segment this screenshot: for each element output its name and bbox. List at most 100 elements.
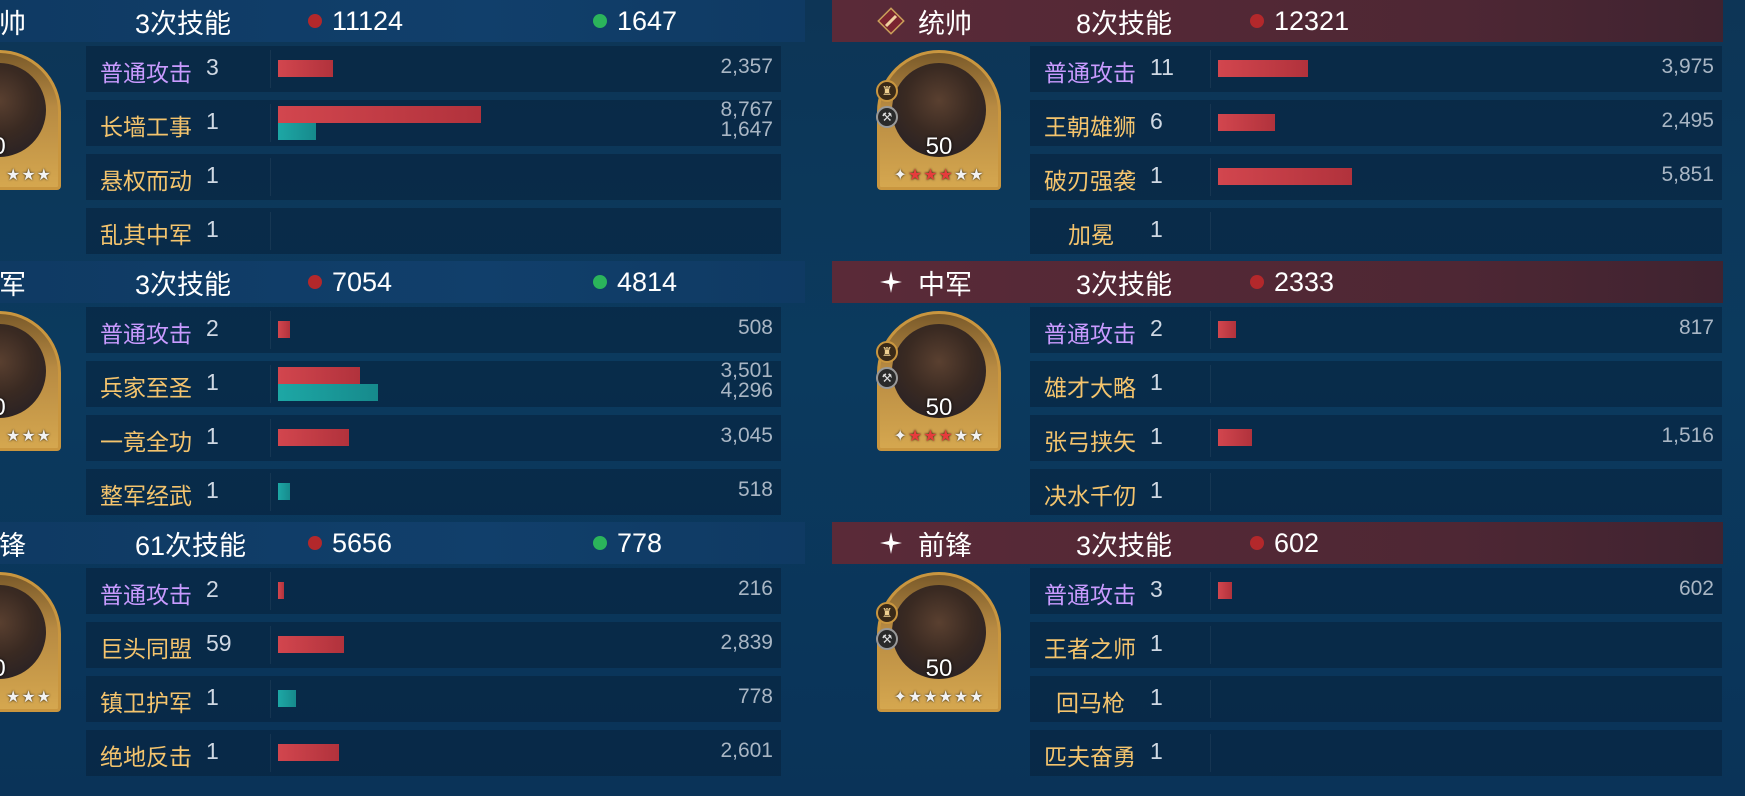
skill-row[interactable]: 加冕 1 xyxy=(1030,208,1722,254)
row-divider xyxy=(1210,572,1211,610)
troop-type-badge-icon: ♜ xyxy=(876,341,898,363)
normal-attack-label: 普通攻击 xyxy=(100,321,192,347)
skill-name: 王者之师 xyxy=(1044,636,1136,662)
damage-stat: 7054 xyxy=(308,267,392,298)
heal-value: 1647 xyxy=(617,5,678,36)
skill-trigger-count: 1 xyxy=(1150,684,1163,710)
skill-name: 张弓挟矢 xyxy=(1044,429,1136,455)
skill-row[interactable]: 破刃强袭 1 5,851 xyxy=(1030,154,1722,200)
damage-value: 602 xyxy=(1274,527,1320,558)
left-hero-section: 锋 61次技能 5656 778 0 ★★★ 普通攻击 2 216 巨头同盟 59 2,839 镇卫护军… xyxy=(0,522,805,783)
damage-dot-icon xyxy=(1250,275,1264,289)
damage-amount: 216 xyxy=(737,577,773,600)
heal-dot-icon xyxy=(593,536,607,550)
star-rating: ★★★ xyxy=(5,167,52,184)
heal-dot-icon xyxy=(593,14,607,28)
skill-name: 王朝雄狮 xyxy=(1044,114,1136,140)
damage-amount: 508 xyxy=(737,316,773,339)
skill-row[interactable]: 张弓挟矢 1 1,516 xyxy=(1030,415,1722,461)
role-label: 前锋 xyxy=(918,530,972,561)
row-divider xyxy=(270,311,271,349)
skill-trigger-count: 1 xyxy=(1150,477,1163,503)
normal-attack-label: 普通攻击 xyxy=(100,60,192,86)
skill-row[interactable]: 回马枪 1 xyxy=(1030,676,1722,722)
row-divider xyxy=(270,50,271,88)
skill-row[interactable]: 决水千仞 1 xyxy=(1030,469,1722,515)
skill-row[interactable]: 普通攻击 2 216 xyxy=(86,568,781,614)
skill-row[interactable]: 整军经武 1 518 xyxy=(86,469,781,515)
hero-portrait[interactable]: 0 ★★★ xyxy=(0,50,61,190)
skill-trigger-count: 1 xyxy=(1150,423,1163,449)
troop-type-badge-icon: ♜ xyxy=(876,80,898,102)
skill-row[interactable]: 一竟全功 1 3,045 xyxy=(86,415,781,461)
skill-trigger-count: 11 xyxy=(1150,54,1174,80)
skill-row[interactable]: 匹夫奋勇 1 xyxy=(1030,730,1722,776)
heal-stat: 1647 xyxy=(593,6,677,37)
skill-count: 3次技能 xyxy=(1076,530,1173,561)
skill-row[interactable]: 王者之师 1 xyxy=(1030,622,1722,668)
skill-row[interactable]: 雄才大略 1 xyxy=(1030,361,1722,407)
skill-row[interactable]: 悬权而动 1 xyxy=(86,154,781,200)
hero-portrait[interactable]: 0 ★★★ xyxy=(0,572,61,712)
skill-row[interactable]: 镇卫护军 1 778 xyxy=(86,676,781,722)
hero-level: 50 xyxy=(925,133,953,160)
damage-amount: 2,601 xyxy=(720,739,773,762)
heal-stat: 4814 xyxy=(593,267,677,298)
skill-row[interactable]: 普通攻击 3 2,357 xyxy=(86,46,781,92)
skill-row[interactable]: 普通攻击 3 602 xyxy=(1030,568,1722,614)
hero-level: 0 xyxy=(0,133,58,161)
damage-dot-icon xyxy=(1250,14,1264,28)
normal-attack-label: 普通攻击 xyxy=(100,582,192,608)
damage-amount: 602 xyxy=(1678,577,1714,600)
heal-bar xyxy=(278,483,290,500)
damage-amount: 1,516 xyxy=(1661,424,1714,447)
damage-amount: 817 xyxy=(1678,316,1714,339)
section-header: 锋 61次技能 5656 778 xyxy=(0,522,805,564)
skill-row[interactable]: 普通攻击 2 817 xyxy=(1030,307,1722,353)
row-divider xyxy=(270,212,271,250)
skill-row[interactable]: 普通攻击 11 3,975 xyxy=(1030,46,1722,92)
skill-trigger-count: 59 xyxy=(206,630,232,656)
skill-name: 破刃强袭 xyxy=(1044,168,1136,194)
row-divider xyxy=(270,680,271,718)
skill-row[interactable]: 巨头同盟 59 2,839 xyxy=(86,622,781,668)
row-divider xyxy=(270,734,271,772)
hero-portrait[interactable]: 0 ★★★ xyxy=(0,311,61,451)
skill-row[interactable]: 兵家至圣 1 3,501 4,296 xyxy=(86,359,781,407)
damage-dot-icon xyxy=(308,275,322,289)
damage-amount: 2,839 xyxy=(720,631,773,654)
skill-name: 长墙工事 xyxy=(100,114,192,140)
right-hero-section: 统帅 8次技能 12321 50 ✦★★★★★ ♜ ⚒ 普通攻击 11 3,975 王朝雄狮 6 2,4… xyxy=(832,0,1723,261)
skill-trigger-count: 1 xyxy=(1150,738,1163,764)
skill-row[interactable]: 绝地反击 1 2,601 xyxy=(86,730,781,776)
unit-class-badge-icon: ⚒ xyxy=(876,628,898,650)
damage-bar xyxy=(278,582,284,599)
row-divider xyxy=(270,104,271,142)
skill-count: 3次技能 xyxy=(135,8,232,39)
heal-amount: 1,647 xyxy=(720,118,773,141)
skill-name: 决水千仞 xyxy=(1044,483,1136,509)
skill-name: 雄才大略 xyxy=(1044,375,1136,401)
damage-bar xyxy=(278,744,339,761)
skill-trigger-count: 1 xyxy=(206,108,219,134)
skill-name: 镇卫护军 xyxy=(100,690,192,716)
skill-trigger-count: 2 xyxy=(206,315,219,341)
skill-trigger-count: 3 xyxy=(206,54,219,80)
skill-row[interactable]: 长墙工事 1 8,767 1,647 xyxy=(86,98,781,146)
skill-row[interactable]: 普通攻击 2 508 xyxy=(86,307,781,353)
hero-level: 0 xyxy=(0,394,58,422)
skill-count: 61次技能 xyxy=(135,530,247,561)
damage-bar xyxy=(1218,429,1253,446)
damage-stat: 5656 xyxy=(308,528,392,559)
skill-trigger-count: 1 xyxy=(206,477,219,503)
role-label: 统帅 xyxy=(918,8,972,39)
damage-bar xyxy=(1218,582,1232,599)
damage-stat: 11124 xyxy=(308,6,403,37)
skill-count: 3次技能 xyxy=(135,269,232,300)
skill-row[interactable]: 王朝雄狮 6 2,495 xyxy=(1030,100,1722,146)
skill-row[interactable]: 乱其中军 1 xyxy=(86,208,781,254)
section-header: 军 3次技能 7054 4814 xyxy=(0,261,805,303)
row-divider xyxy=(270,473,271,511)
row-divider xyxy=(270,419,271,457)
heal-bar xyxy=(278,384,378,401)
